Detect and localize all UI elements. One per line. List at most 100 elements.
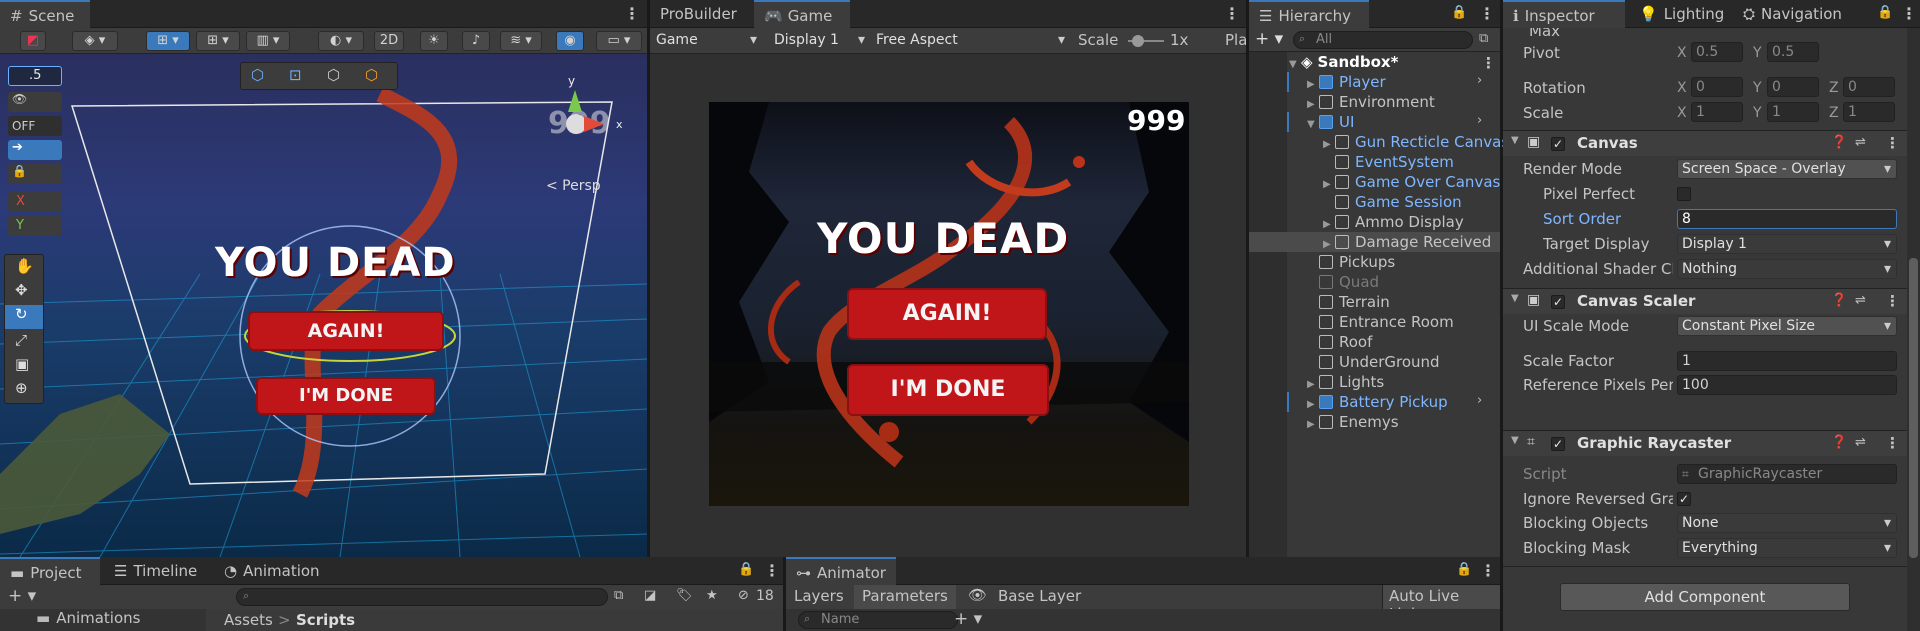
hierarchy-search-input[interactable]: All	[1293, 31, 1473, 49]
folder-item[interactable]: ▬ Animations	[36, 609, 140, 627]
preset-icon[interactable]: ⇌	[1855, 435, 1866, 450]
rotation-y-field[interactable]: 0	[1767, 77, 1819, 97]
project-create-button[interactable]: + ▾	[8, 586, 36, 606]
collapse-arrow-icon[interactable]: ▼	[1511, 293, 1519, 304]
project-search-input[interactable]: ⌕	[236, 588, 608, 606]
tab-hierarchy[interactable]: ☰ Hierarchy	[1249, 0, 1369, 28]
help-icon[interactable]: ❓	[1831, 135, 1847, 150]
audio-toggle-icon[interactable]: ♪	[462, 31, 490, 51]
scene-camera-icon[interactable]: ▭ ▾	[596, 31, 642, 51]
ui-scale-mode-dropdown[interactable]: Constant Pixel Size	[1677, 316, 1897, 336]
create-button[interactable]: + ▾	[1255, 29, 1283, 49]
pivot-x-field[interactable]: 0.5	[1691, 42, 1743, 62]
pixel-perfect-checkbox[interactable]	[1677, 187, 1691, 201]
hand-tool-icon[interactable]: ✋	[15, 257, 34, 275]
lock-icon[interactable]: 🔒	[1451, 5, 1467, 20]
display-dropdown[interactable]: Display 1	[770, 31, 870, 51]
script-field[interactable]: GraphicRaycaster	[1677, 464, 1897, 484]
tab-animation[interactable]: ◔ Animation	[214, 557, 334, 585]
scene-done-button[interactable]: I'M DONE	[258, 379, 434, 413]
component-menu-icon[interactable]: ⋮	[1885, 292, 1900, 310]
breadcrumb-scripts[interactable]: Scripts	[296, 611, 355, 629]
lighting-toggle-icon[interactable]: ☀	[420, 31, 448, 51]
tab-animator[interactable]: ⊶ Animator	[786, 557, 896, 585]
snap-value-field[interactable]: .5	[8, 66, 62, 86]
scene-root-row[interactable]: ▼ ◈ Sandbox*	[1289, 52, 1494, 72]
animator-lock-icon[interactable]: 🔒	[1456, 562, 1472, 577]
move-tool-icon[interactable]: ✥	[15, 281, 28, 299]
tab-probuilder[interactable]: ProBuilder	[650, 0, 750, 28]
face-tool-icon[interactable]: ⬡	[327, 66, 340, 84]
toggle-2d-button[interactable]: 2D	[374, 31, 404, 51]
animator-menu-icon[interactable]: ⋮	[1480, 561, 1496, 580]
preset-icon[interactable]: ⇌	[1855, 135, 1866, 150]
hierarchy-item[interactable]: Game Session	[1323, 192, 1528, 212]
aspect-dropdown[interactable]: Free Aspect	[872, 31, 1070, 51]
transform-all-icon[interactable]: ⊕	[15, 379, 28, 397]
add-component-button[interactable]: Add Component	[1560, 583, 1850, 611]
scale-y-field[interactable]: 1	[1767, 102, 1819, 122]
cube-tool-icon[interactable]: ⬡	[251, 66, 264, 84]
tab-scene[interactable]: # Scene	[0, 0, 90, 28]
canvas-scaler-header[interactable]: ▼ ▣ ✓ Canvas Scaler ❓ ⇌ ⋮	[1503, 288, 1907, 314]
tab-inspector[interactable]: ℹ Inspector	[1503, 0, 1625, 28]
orientation-gizmo[interactable]	[558, 90, 604, 146]
hierarchy-item[interactable]: Pickups	[1307, 252, 1512, 272]
rotation-x-field[interactable]: 0	[1691, 77, 1743, 97]
scaler-enabled-checkbox[interactable]: ✓	[1551, 295, 1565, 309]
tab-timeline[interactable]: ☰ Timeline	[104, 557, 210, 585]
add-parameter-button[interactable]: + ▾	[954, 609, 982, 629]
layers-tab[interactable]: Layers	[794, 587, 844, 605]
tab-project[interactable]: ▬ Project	[0, 557, 100, 585]
inspector-menu-icon[interactable]: ⋮	[1901, 4, 1917, 23]
game-menu-icon[interactable]: ⋮	[1224, 4, 1240, 23]
hierarchy-item[interactable]: ▶ Ammo Display	[1323, 212, 1528, 232]
preset-icon[interactable]: ⇌	[1855, 293, 1866, 308]
shader-channels-dropdown[interactable]: Nothing	[1677, 259, 1897, 279]
prefab-open-chevron-icon[interactable]: ›	[1477, 113, 1482, 128]
help-icon[interactable]: ❓	[1831, 293, 1847, 308]
base-layer-breadcrumb[interactable]: Base Layer	[998, 587, 1081, 605]
search-by-type-icon[interactable]: ⧉	[614, 588, 623, 603]
collapse-arrow-icon[interactable]: ▼	[1511, 135, 1519, 146]
help-icon[interactable]: ❓	[1831, 435, 1847, 450]
prefab-open-chevron-icon[interactable]: ›	[1477, 73, 1482, 88]
search-by-label-icon[interactable]: ◪	[644, 588, 656, 603]
expand-arrow-icon[interactable]: ▶	[1307, 415, 1319, 435]
hierarchy-item[interactable]: Roof	[1307, 332, 1512, 352]
project-menu-icon[interactable]: ⋮	[764, 561, 780, 580]
expand-arrow-icon[interactable]: ▼	[1307, 115, 1319, 135]
scale-z-field[interactable]: 1	[1843, 102, 1895, 122]
axis-x-toggle[interactable]: X	[8, 192, 62, 212]
visibility-toggle-icon[interactable]: 👁	[8, 92, 62, 112]
scale-factor-field[interactable]: 1	[1677, 351, 1897, 371]
hierarchy-item[interactable]: ▶ Gun Recticle Canvas	[1323, 132, 1528, 152]
parameters-tab[interactable]: Parameters	[854, 585, 956, 609]
sort-order-field[interactable]: 8	[1677, 209, 1897, 229]
hidden-objects-icon[interactable]: ◉	[556, 31, 584, 51]
gizmo-toggle-icon[interactable]: ◩	[20, 31, 46, 51]
blocking-objects-dropdown[interactable]: None	[1677, 513, 1897, 533]
hierarchy-item[interactable]: ▶ Enemys	[1307, 412, 1512, 432]
tab-game[interactable]: 🎮 Game	[754, 0, 850, 28]
again-button[interactable]: AGAIN!	[849, 290, 1045, 338]
grid-snap-icon[interactable]: ⊞ ▾	[146, 31, 190, 51]
eye-icon[interactable]: 👁	[968, 586, 987, 604]
parameter-search-input[interactable]: Name	[798, 611, 958, 629]
component-menu-icon[interactable]: ⋮	[1885, 134, 1900, 152]
scale-x-field[interactable]: 1	[1691, 102, 1743, 122]
hierarchy-item[interactable]: Entrance Room	[1307, 312, 1512, 332]
hierarchy-item[interactable]: Quad	[1307, 272, 1512, 292]
blocking-mask-dropdown[interactable]: Everything	[1677, 538, 1897, 558]
shading-mode-icon[interactable]: ◐ ▾	[318, 31, 364, 51]
axis-y-toggle[interactable]: Y	[8, 216, 62, 236]
scene-viewport[interactable]: YOU DEAD AGAIN! I'M DONE 999 ⬡ ⊡ ⬡ ⬡ y x…	[0, 54, 647, 557]
scene-again-button[interactable]: AGAIN!	[250, 313, 442, 349]
persp-label[interactable]: < Persp	[546, 178, 601, 194]
tag-icon[interactable]: 🏷	[676, 588, 693, 603]
rect-tool-icon[interactable]: ⊡	[289, 66, 302, 84]
inspector-scrollbar[interactable]	[1907, 28, 1920, 631]
effects-toggle-icon[interactable]: ≋ ▾	[500, 31, 542, 51]
scale-slider[interactable]	[1128, 35, 1164, 47]
hierarchy-item[interactable]: ▶ Environment	[1307, 92, 1512, 112]
